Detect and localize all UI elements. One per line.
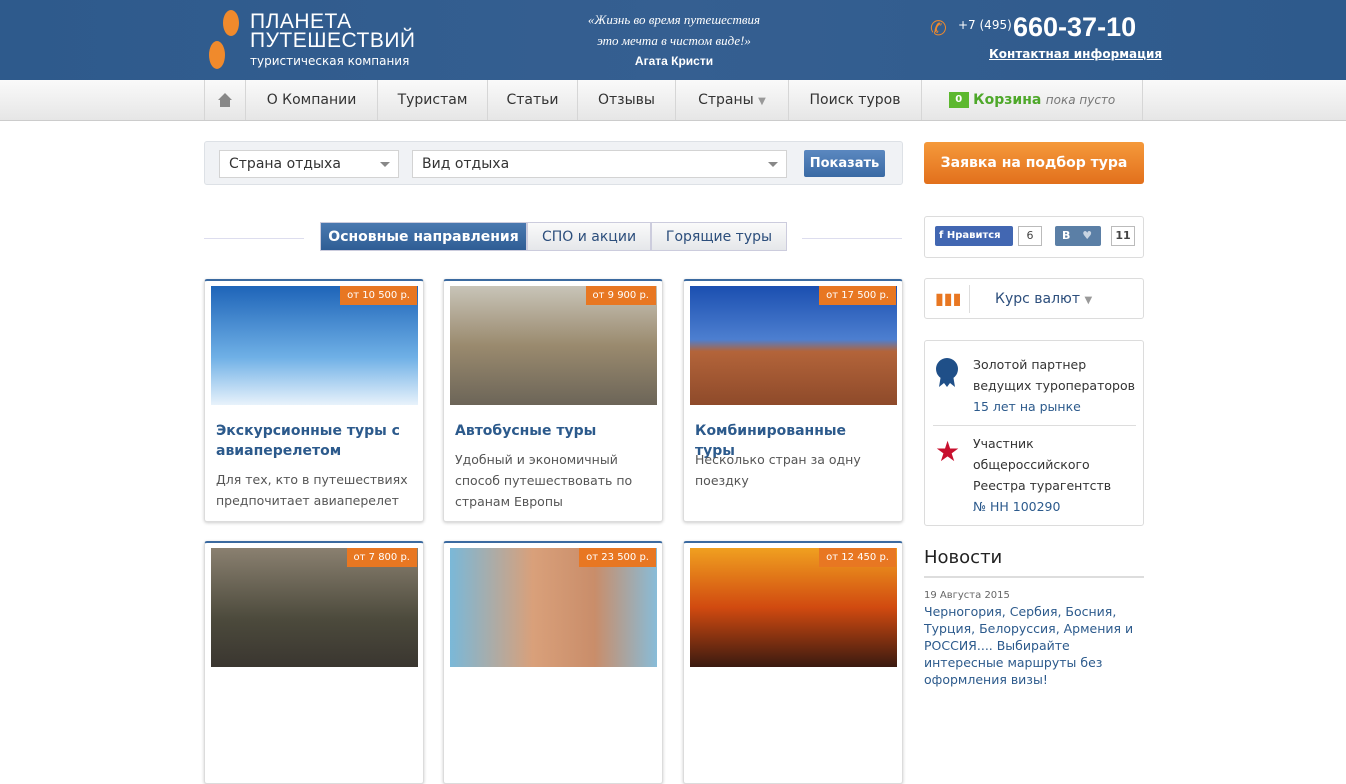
news-heading: Новости [924,547,1003,568]
nav-tourists[interactable]: Туристам [377,80,487,120]
chevron-down-icon: ▼ [1084,295,1093,306]
price-badge: от 7 800 р. [346,548,417,567]
phone-code: +7 (495) [958,18,1012,32]
vk-like-count: 11 [1111,226,1135,246]
logo-subtitle: туристическая компания [250,54,410,68]
main-nav: О Компании Туристам Статьи Отзывы Страны… [0,80,1346,121]
price-badge: от 12 450 р. [819,548,896,567]
quote: «Жизнь во время путешествия это мечта в ч… [587,12,761,68]
currency-rates-dropdown[interactable]: ▮▮▮ Курс валют ▼ [924,278,1144,319]
divider [969,285,970,313]
show-button[interactable]: Показать [804,150,885,177]
nav-articles[interactable]: Статьи [487,80,577,120]
country-select[interactable]: Страна отдыха [219,150,399,178]
nav-countries[interactable]: Страны ▼ [675,80,788,120]
nav-about[interactable]: О Компании [245,80,377,120]
registry-number-link[interactable]: № НН 100290 [973,499,1060,514]
price-badge: от 23 500 р. [579,548,656,567]
price-badge: от 10 500 р. [340,286,417,305]
star-icon: ★ [935,435,961,468]
footprints-logo-icon[interactable] [205,7,243,73]
currency-label: Курс валют ▼ [995,291,1093,307]
vacation-type-select[interactable]: Вид отдыха [412,150,787,178]
tab-special-offers[interactable]: СПО и акции [527,222,651,251]
social-widgets: f Нравится 6 В ♥ 11 [924,216,1144,258]
nav-tour-search[interactable]: Поиск туров [788,80,921,120]
phone-number: 660-37-10 [1013,12,1137,42]
price-badge: от 9 900 р. [585,286,656,305]
tour-card[interactable]: от 17 500 р. Комбинированные туры Нескол… [683,279,903,522]
site-header: ПЛАНЕТА ПУТЕШЕСТВИЙ туристическая компани… [0,0,1346,80]
card-title[interactable]: Экскурсионные туры с авиаперелетом [216,421,411,461]
card-description: Несколько стран за одну поездку [695,452,861,488]
heart-icon: ♥ [1082,229,1093,242]
award-ribbon-icon [935,357,959,387]
vk-like-button[interactable]: В ♥ [1055,226,1101,246]
tour-card[interactable]: от 10 500 р. Экскурсионные туры с авиапе… [204,279,424,522]
home-icon[interactable] [204,80,245,120]
chevron-down-icon: ▼ [758,96,766,107]
tab-hot-tours[interactable]: Горящие туры [651,222,787,251]
bar-chart-icon: ▮▮▮ [935,289,962,308]
registry-text: Участник общероссийского Реестра турагентс… [973,436,1112,514]
tour-card[interactable]: от 12 450 р. [683,541,903,784]
divider [933,425,1136,426]
contact-info-link[interactable]: Контактная информация [989,47,1162,61]
divider [924,576,1144,578]
news-date: 19 Августа 2015 [924,590,1010,601]
facebook-like-button[interactable]: f Нравится [935,226,1013,246]
cart-link[interactable]: 0 Корзина пока пусто [921,80,1143,120]
tour-search-form: Страна отдыха Вид отдыха Показать [204,141,903,185]
years-on-market-link[interactable]: 15 лет на рынке [973,399,1081,414]
news-item-link[interactable]: Черногория, Сербия, Босния, Турция, Бело… [924,603,1146,688]
card-title[interactable]: Автобусные туры [455,421,650,441]
card-description: Для тех, кто в путешествиях предпочитает… [216,472,408,508]
divider [802,238,902,239]
phone-icon: ✆ [930,16,947,40]
cart-icon: 0 [948,92,969,108]
price-badge: от 17 500 р. [819,286,896,305]
tab-main-directions[interactable]: Основные направления [320,222,527,251]
facebook-icon: f [939,230,944,241]
card-description: Удобный и экономичный способ путешествов… [455,452,633,509]
tour-request-button[interactable]: Заявка на подбор тура [924,142,1144,184]
nav-reviews[interactable]: Отзывы [577,80,675,120]
facebook-like-count: 6 [1018,226,1042,246]
logo-title[interactable]: ПЛАНЕТА ПУТЕШЕСТВИЙ [250,11,416,51]
trust-badges: Золотой партнер ведущих туроператоров 15 л… [924,340,1144,526]
tour-card[interactable]: от 7 800 р. [204,541,424,784]
divider [204,238,304,239]
gold-partner-text: Золотой партнер ведущих туроператоров 15 л… [973,357,1135,414]
tour-card[interactable]: от 9 900 р. Автобусные туры Удобный и эк… [443,279,663,522]
tour-card[interactable]: от 23 500 р. [443,541,663,784]
